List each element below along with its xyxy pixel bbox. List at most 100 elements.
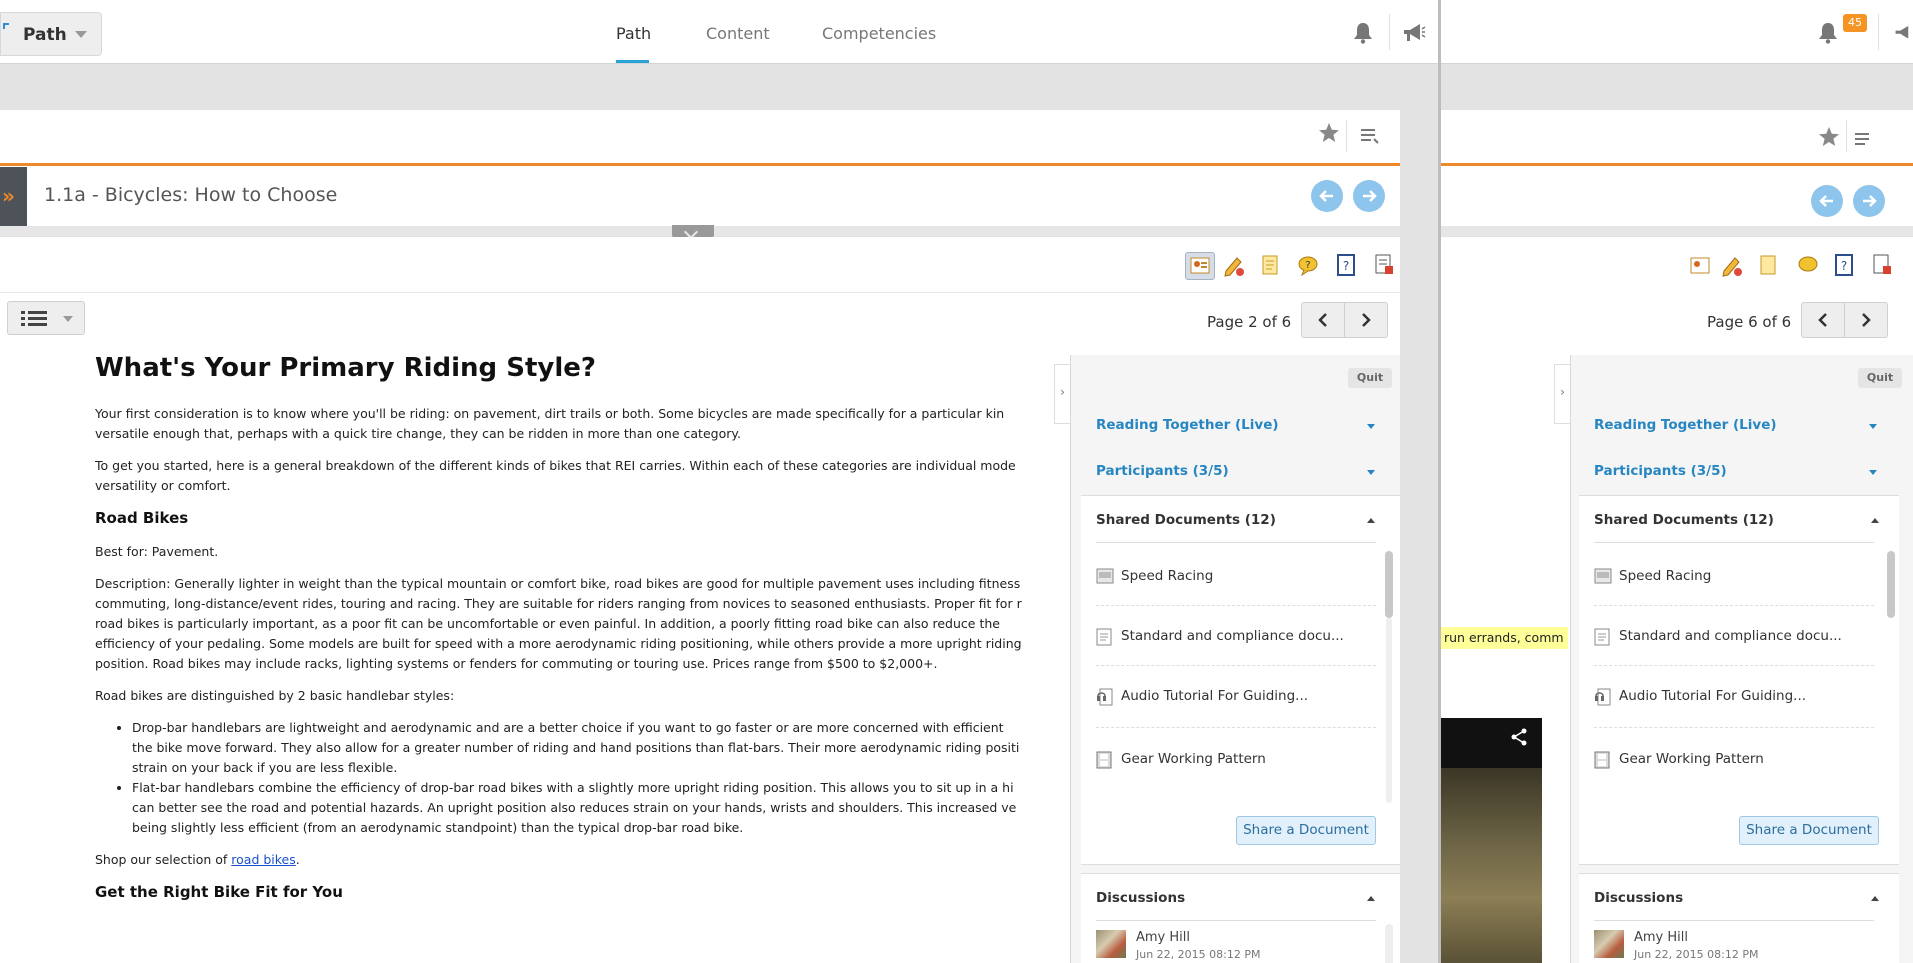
- list-menu-icon[interactable]: [1854, 130, 1874, 150]
- tab-path[interactable]: Path: [616, 24, 651, 43]
- document-item[interactable]: Audio Tutorial For Guiding...: [1096, 666, 1376, 728]
- paragraph: Best for: Pavement.: [95, 544, 219, 559]
- list-item: Drop-bar handlebars are lightweight and …: [132, 718, 1070, 778]
- share-document-button[interactable]: Share a Document: [1739, 816, 1879, 845]
- document-item[interactable]: Speed Racing: [1096, 546, 1376, 606]
- people-card-icon[interactable]: [1688, 253, 1712, 277]
- highlighted-text: run errands, comm: [1440, 627, 1568, 649]
- next-lesson-button[interactable]: [1853, 185, 1885, 217]
- megaphone-icon[interactable]: [1402, 22, 1426, 44]
- previous-lesson-button[interactable]: [1811, 185, 1843, 217]
- document-item[interactable]: Speed Racing: [1594, 546, 1874, 606]
- chevron-up-icon[interactable]: [1871, 896, 1879, 901]
- audio-file-icon: [1595, 688, 1611, 706]
- document-icon: [1096, 628, 1112, 646]
- arrow-left-icon: [1319, 190, 1333, 202]
- participants-toggle[interactable]: Participants (3/5): [1594, 463, 1727, 479]
- path-icon: [3, 23, 9, 29]
- star-icon[interactable]: [1318, 122, 1340, 144]
- paragraph: Your first consideration is to know wher…: [95, 406, 1005, 441]
- document-name: Standard and compliance docu...: [1121, 628, 1344, 644]
- window-divider: [1438, 0, 1441, 963]
- chevron-up-icon[interactable]: [1871, 518, 1879, 523]
- next-page-button[interactable]: [1844, 302, 1888, 338]
- article-heading: What's Your Primary Riding Style?: [95, 353, 596, 383]
- discussions-title: Discussions: [1096, 890, 1186, 906]
- people-card-icon: [1190, 257, 1210, 274]
- collapse-panel-tab[interactable]: ›: [1554, 364, 1570, 424]
- previous-page-button[interactable]: [1801, 302, 1845, 338]
- bell-icon[interactable]: [1818, 22, 1838, 44]
- share-icon[interactable]: [1510, 728, 1528, 746]
- document-item[interactable]: Standard and compliance docu...: [1096, 606, 1376, 666]
- path-menu-button[interactable]: Path: [0, 12, 102, 56]
- documents-scrollbar-thumb[interactable]: [1385, 551, 1393, 618]
- document-name: Gear Working Pattern: [1619, 751, 1764, 767]
- shared-documents-box: Shared Documents (12) Speed Racing Stand…: [1081, 495, 1400, 865]
- discussions-box: Discussions Amy Hill Jun 22, 2015 08:12 …: [1579, 873, 1899, 963]
- previous-lesson-button[interactable]: [1311, 180, 1343, 212]
- document-name: Audio Tutorial For Guiding...: [1619, 688, 1807, 704]
- video-thumbnail[interactable]: [1440, 718, 1542, 963]
- reading-together-toggle[interactable]: Reading Together (Live): [1594, 417, 1777, 433]
- lesson-title: 1.1a - Bicycles: How to Choose: [44, 184, 338, 206]
- list-menu-icon[interactable]: [1360, 126, 1380, 146]
- table-of-contents-button[interactable]: [7, 301, 85, 335]
- share-document-button[interactable]: Share a Document: [1236, 816, 1376, 845]
- tab-content[interactable]: Content: [706, 24, 770, 43]
- documents-scrollbar-track[interactable]: [1386, 618, 1392, 803]
- section-heading: Get the Right Bike Fit for You: [95, 883, 343, 901]
- road-bikes-link[interactable]: road bikes: [231, 852, 295, 867]
- document-item[interactable]: Gear Working Pattern: [1594, 728, 1874, 790]
- notes-icon[interactable]: [1756, 253, 1780, 277]
- chevron-up-icon[interactable]: [1367, 896, 1375, 901]
- page-indicator: Page 2 of 6: [1207, 313, 1292, 331]
- documents-scrollbar-thumb[interactable]: [1887, 551, 1895, 618]
- chevron-down-icon: [75, 31, 87, 38]
- top-nav-bar-secondary: [1440, 0, 1913, 64]
- document-item[interactable]: Gear Working Pattern: [1096, 728, 1376, 790]
- annotate-pencil-icon[interactable]: [1720, 253, 1744, 277]
- discussions-scrollbar[interactable]: [1385, 924, 1393, 963]
- discussion-bubble-icon[interactable]: ?: [1296, 253, 1320, 277]
- quit-button[interactable]: Quit: [1858, 368, 1902, 388]
- quiz-icon[interactable]: ?: [1832, 253, 1856, 277]
- avatar: [1096, 930, 1126, 958]
- annotate-pencil-icon[interactable]: [1222, 253, 1246, 277]
- discussion-author[interactable]: Amy Hill: [1634, 930, 1688, 945]
- paragraph: Road bikes are distinguished by 2 basic …: [95, 688, 455, 703]
- reading-together-tool[interactable]: [1185, 252, 1215, 280]
- next-lesson-button[interactable]: [1353, 180, 1385, 212]
- participants-toggle[interactable]: Participants (3/5): [1096, 463, 1229, 479]
- tab-competencies[interactable]: Competencies: [822, 24, 936, 43]
- document-item[interactable]: Standard and compliance docu...: [1594, 606, 1874, 666]
- next-page-button[interactable]: [1344, 302, 1388, 338]
- film-icon: [1594, 751, 1610, 769]
- chevron-down-icon: [1367, 424, 1375, 429]
- chevron-up-icon[interactable]: [1367, 518, 1375, 523]
- reading-together-toggle[interactable]: Reading Together (Live): [1096, 417, 1279, 433]
- active-tab-indicator: [616, 60, 649, 63]
- collapse-panel-tab[interactable]: ›: [1054, 364, 1070, 424]
- divider: [1096, 542, 1376, 543]
- discussion-timestamp: Jun 22, 2015 08:12 PM: [1634, 948, 1759, 961]
- discussion-author[interactable]: Amy Hill: [1136, 930, 1190, 945]
- bullet-list: Drop-bar handlebars are lightweight and …: [132, 718, 1070, 838]
- quiz-icon[interactable]: ?: [1334, 253, 1358, 277]
- star-icon[interactable]: [1818, 126, 1840, 148]
- previous-page-button[interactable]: [1301, 302, 1345, 338]
- document-item[interactable]: Audio Tutorial For Guiding...: [1594, 666, 1874, 728]
- film-icon: [1096, 751, 1112, 769]
- expand-sidebar-button[interactable]: »: [0, 167, 27, 226]
- divider: [1096, 920, 1376, 921]
- audio-file-icon: [1097, 688, 1113, 706]
- notes-icon[interactable]: [1258, 253, 1282, 277]
- report-download-icon[interactable]: [1870, 253, 1894, 277]
- megaphone-icon[interactable]: [1894, 22, 1913, 44]
- quit-button[interactable]: Quit: [1348, 368, 1392, 388]
- svg-text:?: ?: [1841, 259, 1847, 273]
- arrow-left-icon: [1819, 195, 1833, 207]
- report-download-icon[interactable]: [1372, 253, 1396, 277]
- bell-icon[interactable]: [1353, 22, 1373, 44]
- discussion-bubble-icon[interactable]: [1796, 253, 1820, 277]
